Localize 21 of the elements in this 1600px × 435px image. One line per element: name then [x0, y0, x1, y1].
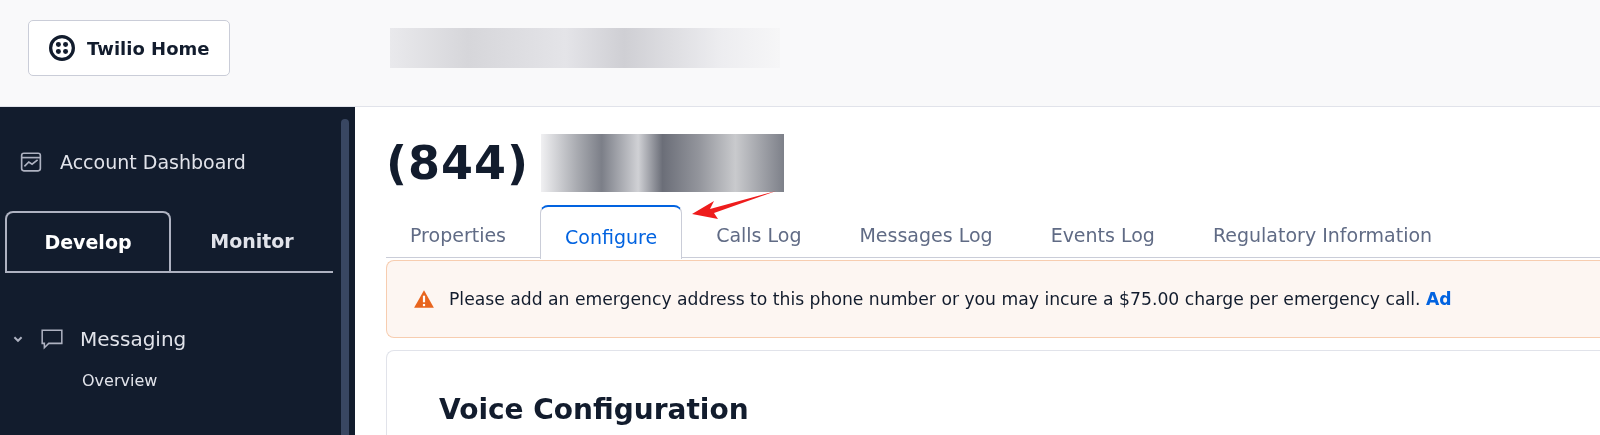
tab[interactable]: Configure — [540, 205, 683, 259]
scrollbar[interactable] — [341, 119, 349, 435]
nav-group[interactable]: Messaging — [0, 327, 355, 351]
tab[interactable]: Regulatory Information — [1188, 205, 1457, 257]
nav-item[interactable]: Overview — [0, 371, 355, 390]
sidebar-item[interactable]: Account Dashboard — [0, 151, 355, 173]
tab[interactable]: Messages Log — [835, 205, 1017, 257]
home-button[interactable]: Twilio Home — [28, 20, 231, 76]
tab[interactable]: Properties — [386, 205, 531, 257]
warning-icon — [413, 289, 435, 309]
logo-icon — [49, 35, 75, 61]
chat-bubble-icon — [40, 328, 64, 350]
tab[interactable]: Calls Log — [692, 205, 826, 257]
sidebar-tab[interactable]: Develop — [5, 211, 171, 271]
warning-message: Please add an emergency address to this phone number or you may incure a $75.00 charge per emergency call. Ad — [449, 289, 1452, 309]
link[interactable]: Ad — [1425, 289, 1452, 309]
tab[interactable]: Events Log — [1026, 205, 1179, 257]
sidebar-tab[interactable]: Monitor — [171, 211, 333, 271]
phone-number-title: (844) — [386, 136, 530, 190]
section-heading: Voice Configuration — [439, 393, 750, 426]
chart-icon — [20, 151, 42, 173]
